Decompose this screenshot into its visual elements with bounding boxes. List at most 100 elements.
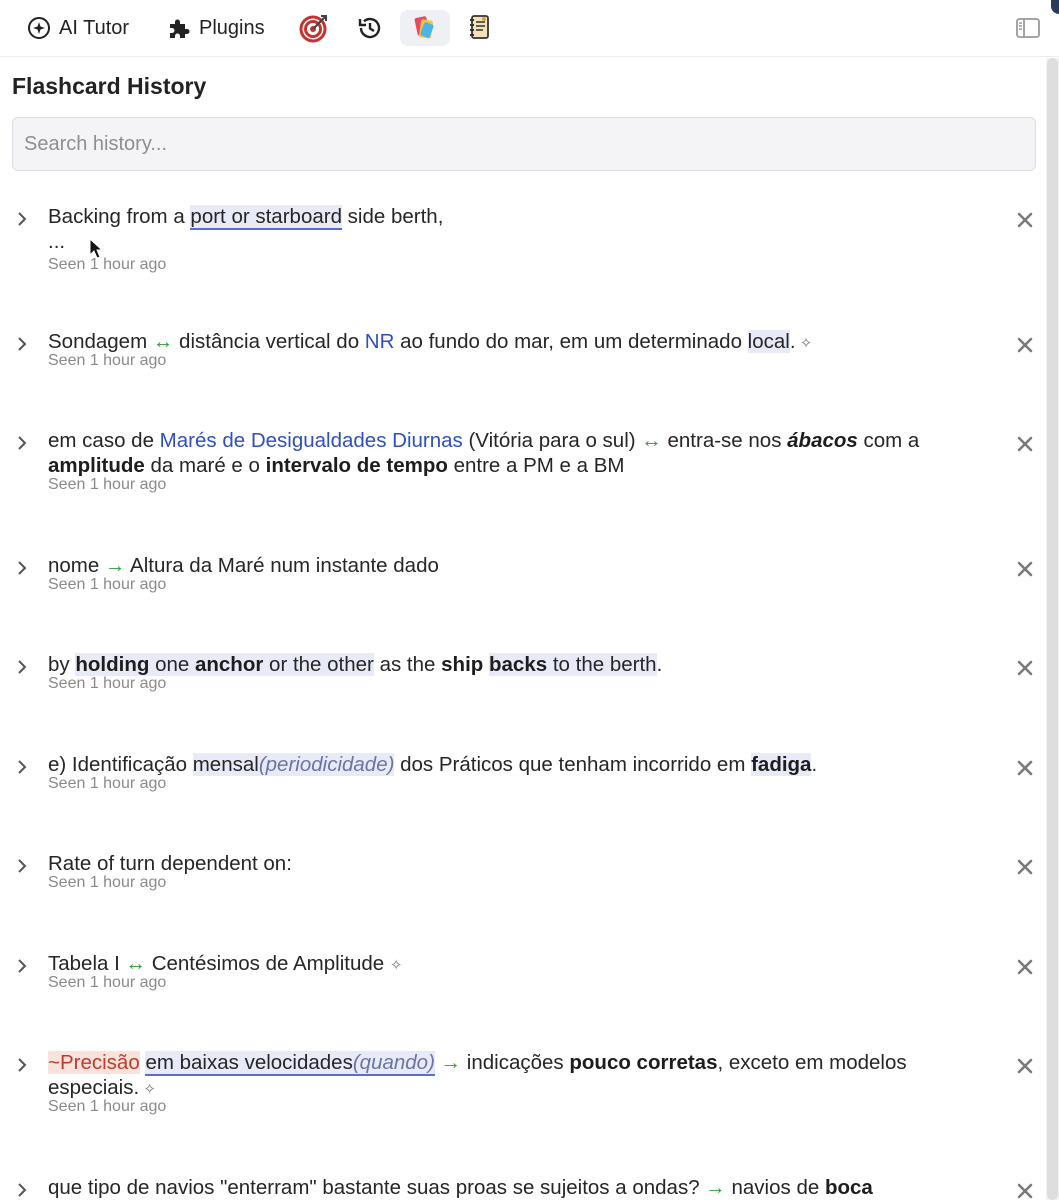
- text-segment: Tabela I: [48, 952, 126, 975]
- close-icon[interactable]: [1015, 210, 1035, 230]
- text-segment: Centésimos de Amplitude: [146, 952, 390, 975]
- text-segment: dos Práticos que tenham incorrido em: [394, 753, 752, 776]
- text-segment: Rate of turn dependent on:: [48, 852, 292, 875]
- text-segment: ship: [441, 653, 484, 676]
- notebook-button[interactable]: [462, 10, 498, 46]
- ai-tutor-button[interactable]: AI Tutor: [27, 10, 129, 46]
- arrow-icon: →: [705, 1176, 726, 1199]
- close-icon[interactable]: [1015, 335, 1035, 355]
- puzzle-icon: [170, 19, 190, 38]
- text-segment: anchor: [194, 653, 264, 676]
- text-segment: em caso de: [48, 429, 160, 452]
- text-segment: ...: [48, 230, 66, 253]
- text-segment: local: [747, 330, 790, 353]
- chevron-right-icon[interactable]: [13, 758, 31, 776]
- text-segment: Marés de Desigualdades Diurnas: [159, 429, 463, 452]
- flashcard-text: e) Identificação mensal(periodicidade) d…: [48, 752, 993, 777]
- text-segment: Backing from a: [48, 205, 191, 228]
- target-icon: [299, 15, 327, 43]
- toolbar: AI Tutor Plugins: [0, 0, 1059, 57]
- text-segment: fadiga: [751, 753, 812, 776]
- text-segment: em baixas velocidades: [145, 1051, 353, 1076]
- seen-timestamp: Seen 1 hour ago: [48, 476, 167, 493]
- seen-timestamp: Seen 1 hour ago: [48, 576, 167, 593]
- mouse-pointer-icon: [89, 238, 104, 259]
- chevron-right-icon[interactable]: [13, 857, 31, 875]
- chevron-right-icon[interactable]: [13, 1181, 31, 1199]
- chevron-right-icon[interactable]: [13, 434, 31, 452]
- close-icon[interactable]: [1015, 1056, 1035, 1076]
- scrollbar-thumb[interactable]: [1047, 58, 1058, 1200]
- plugins-button[interactable]: Plugins: [167, 10, 265, 46]
- text-segment: ábacos: [787, 429, 858, 452]
- text-segment: intervalo de tempo: [265, 454, 448, 477]
- arrow-icon: →: [440, 1051, 462, 1074]
- text-segment: entre a PM e a BM: [447, 454, 625, 477]
- flashcard-text: que tipo de navios "enterram" bastante s…: [48, 1175, 993, 1200]
- flashcard-text: em caso de Marés de Desigualdades Diurna…: [48, 428, 993, 478]
- text-segment: ao fundo do mar, em um determinado: [394, 330, 748, 353]
- history-icon: [358, 17, 381, 39]
- text-segment: com a: [857, 429, 920, 452]
- text-segment: entra-se nos: [661, 429, 788, 452]
- close-icon[interactable]: [1015, 434, 1035, 454]
- flashcard-text: nome → Altura da Maré num instante dado: [48, 553, 993, 578]
- flashcard-text: Rate of turn dependent on:: [48, 851, 993, 876]
- page-title: Flashcard History: [12, 73, 207, 99]
- text-segment: que tipo de navios "enterram" bastante s…: [48, 1176, 706, 1199]
- flashcard-text: ~Precisão em baixas velocidades(quando) …: [48, 1050, 993, 1102]
- chevron-right-icon[interactable]: [13, 1056, 31, 1074]
- close-icon[interactable]: [1015, 1181, 1035, 1201]
- text-segment: distância vertical do: [173, 330, 365, 353]
- text-segment: navios de: [725, 1176, 825, 1199]
- ai-tutor-label: AI Tutor: [59, 16, 130, 39]
- pin-icon[interactable]: ✧: [390, 957, 403, 974]
- text-segment: to the berth: [547, 653, 657, 676]
- close-icon[interactable]: [1015, 857, 1035, 877]
- sparkle-plus-icon: [28, 17, 50, 39]
- chevron-right-icon[interactable]: [13, 559, 31, 577]
- text-segment: Sondagem: [48, 330, 153, 353]
- text-segment: or the other: [263, 653, 374, 676]
- search-input[interactable]: [12, 117, 1036, 171]
- text-segment: boca: [824, 1176, 873, 1199]
- text-segment: NR: [364, 330, 395, 353]
- pin-icon[interactable]: ✧: [796, 335, 813, 352]
- seen-timestamp: Seen 1 hour ago: [48, 256, 167, 273]
- text-segment: holding: [75, 653, 150, 676]
- text-segment: .: [656, 653, 663, 676]
- text-segment: mensal: [192, 753, 259, 776]
- arrow-icon: →: [104, 554, 126, 577]
- pin-icon[interactable]: ✧: [139, 1081, 156, 1098]
- text-segment: da maré e o: [144, 454, 266, 477]
- text-segment: (quando): [352, 1051, 435, 1076]
- chevron-right-icon[interactable]: [13, 335, 31, 353]
- chevron-right-icon[interactable]: [13, 658, 31, 676]
- target-button[interactable]: [296, 10, 332, 46]
- text-segment: backs: [489, 653, 548, 676]
- arrow-icon: ↔: [641, 429, 662, 452]
- text-segment: (Vitória para o sul): [462, 429, 642, 452]
- text-segment: .: [811, 753, 818, 776]
- seen-timestamp: Seen 1 hour ago: [48, 874, 167, 891]
- flashcard-text: Backing from a port or starboard side be…: [48, 204, 993, 254]
- chevron-right-icon[interactable]: [13, 957, 31, 975]
- seen-timestamp: Seen 1 hour ago: [48, 352, 167, 369]
- text-segment: amplitude: [48, 454, 145, 477]
- text-segment: Altura da Maré num instante dado: [125, 554, 439, 577]
- chevron-right-icon[interactable]: [13, 210, 31, 228]
- history-button[interactable]: [352, 10, 388, 46]
- sidebar-toggle-button[interactable]: [1010, 10, 1046, 46]
- flashcards-icon: [414, 16, 434, 39]
- flashcards-button[interactable]: [400, 10, 450, 46]
- close-icon[interactable]: [1015, 559, 1035, 579]
- text-segment: nome: [48, 554, 105, 577]
- close-icon[interactable]: [1015, 758, 1035, 778]
- arrow-icon: ↔: [125, 952, 147, 975]
- seen-timestamp: Seen 1 hour ago: [48, 675, 167, 692]
- text-segment: as the: [373, 653, 442, 676]
- close-icon[interactable]: [1015, 658, 1035, 678]
- close-icon[interactable]: [1015, 957, 1035, 977]
- flashcard-text: by holding one anchor or the other as th…: [48, 652, 993, 677]
- text-segment: e) Identificação: [48, 753, 193, 776]
